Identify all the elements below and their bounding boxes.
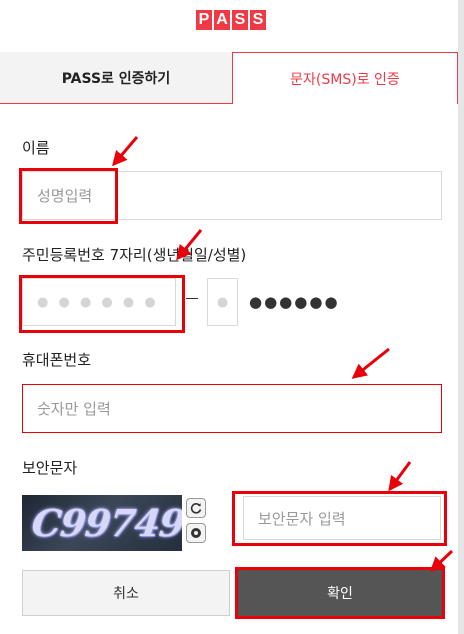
annotation-arrow (388, 461, 412, 492)
captcha-input[interactable]: 보안문자 입력 (243, 496, 441, 540)
audio-icon[interactable] (186, 523, 206, 543)
captcha-image: C99749 (22, 495, 182, 551)
refresh-icon[interactable] (186, 498, 206, 518)
annotation-arrow (429, 549, 454, 573)
cancel-button[interactable]: 취소 (22, 570, 230, 616)
phone-input[interactable]: 숫자만 입력 (22, 384, 442, 433)
rrn-birth-input[interactable]: ● ● ● ● ● ● (22, 278, 176, 326)
logo-letter: S (250, 10, 266, 30)
tab-pass-auth[interactable]: PASS로 인증하기 (0, 52, 232, 104)
name-label: 이름 (22, 139, 50, 157)
phone-label: 휴대폰번호 (22, 351, 92, 369)
name-input[interactable]: 성명입력 (22, 171, 442, 220)
rrn-label: 주민등록번호 7자리(생년월일/성별) (22, 246, 247, 264)
annotation-arrow (351, 347, 390, 379)
tab-sms-auth[interactable]: 문자(SMS)로 인증 (232, 52, 458, 104)
pass-logo: P A S S (196, 10, 266, 30)
captcha-label: 보안문자 (22, 459, 78, 477)
scrollbar-track[interactable] (458, 0, 464, 634)
logo-letter: P (196, 10, 212, 30)
captcha-text: C99749 (29, 501, 182, 545)
rrn-separator (186, 298, 198, 299)
rrn-masked-digits: ●●●●●● (249, 293, 340, 311)
rrn-gender-input[interactable]: ● (207, 278, 238, 326)
confirm-button[interactable]: 확인 (238, 570, 442, 616)
annotation-arrow (112, 136, 139, 167)
logo-letter: S (232, 10, 248, 30)
logo-letter: A (214, 10, 230, 30)
